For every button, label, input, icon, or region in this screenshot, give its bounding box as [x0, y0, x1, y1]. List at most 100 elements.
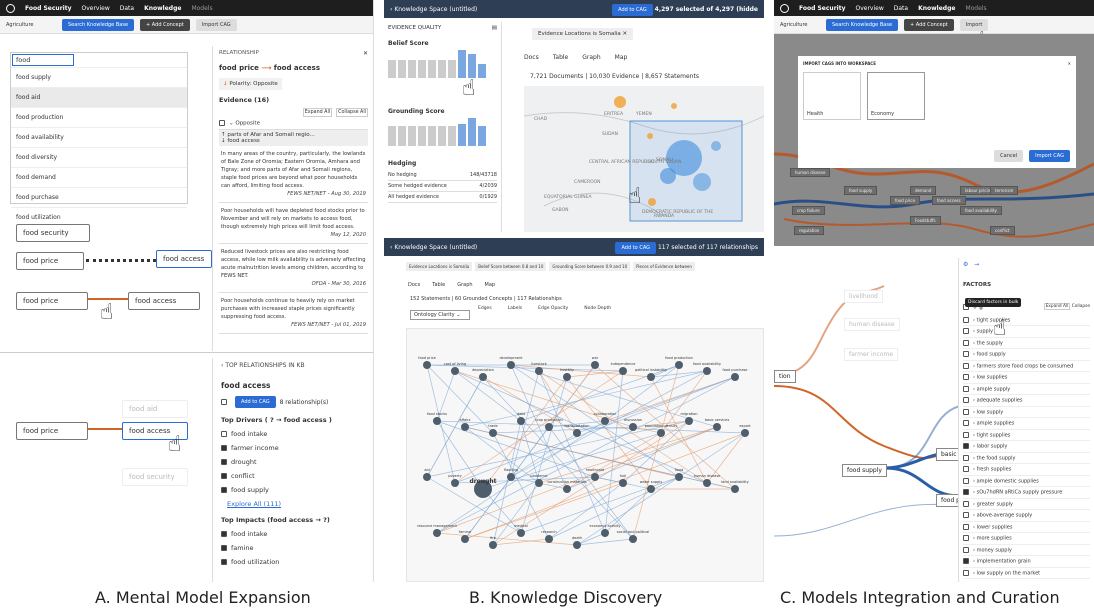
factor-item[interactable]: › fresh supplies — [963, 464, 1090, 476]
filter-chip[interactable]: Evidence Locations is Somalia ✕ — [532, 28, 634, 40]
background-node[interactable]: demand — [910, 186, 937, 195]
graph-node[interactable] — [545, 423, 553, 431]
graph-node[interactable] — [573, 429, 581, 437]
background-node[interactable]: food supply — [844, 186, 878, 195]
graph-node[interactable] — [629, 423, 637, 431]
background-node[interactable]: Foodstuffs — [910, 216, 941, 225]
hedging-row[interactable]: All hedged evidence 0/1929 — [388, 192, 497, 203]
graph-node[interactable] — [703, 367, 711, 375]
factor-item[interactable]: › supply — [963, 326, 1090, 338]
checkbox[interactable] — [963, 339, 969, 346]
checkbox[interactable] — [963, 477, 969, 484]
graph-node[interactable] — [461, 535, 469, 543]
checkbox[interactable] — [221, 487, 227, 493]
add-concept-button[interactable]: + Add Concept — [140, 18, 190, 31]
node-food-security[interactable]: food security — [16, 224, 90, 242]
driver-item[interactable]: food intake — [221, 427, 366, 441]
expand-all-button[interactable]: Expand All — [302, 108, 333, 117]
graph-node[interactable] — [619, 479, 627, 487]
graph-node[interactable] — [507, 473, 515, 481]
graph-edge[interactable] — [576, 538, 634, 546]
factor-item[interactable]: › labor supply — [963, 441, 1090, 453]
factor-item[interactable]: › ample supply — [963, 384, 1090, 395]
driver-item[interactable]: conflict — [221, 469, 366, 483]
graph-edge[interactable] — [426, 376, 484, 478]
graph-node[interactable] — [545, 535, 553, 543]
dropdown-item[interactable]: food demand — [11, 167, 187, 187]
factor-item[interactable]: › tight supplies — [963, 315, 1090, 326]
edge-dotted[interactable] — [86, 259, 156, 262]
background-node[interactable]: regulation — [794, 226, 825, 235]
ontology-select[interactable]: Ontology Clarity ⌄ — [410, 310, 470, 320]
checkbox[interactable] — [963, 489, 969, 495]
checkbox[interactable] — [963, 362, 969, 369]
group-opposite[interactable]: Opposite — [235, 121, 260, 127]
factor-item[interactable]: › low supply on the market — [963, 568, 1090, 579]
graph-node[interactable] — [489, 429, 497, 437]
view-tab[interactable]: Map — [615, 54, 628, 61]
doc-icon[interactable]: ▤ — [492, 25, 497, 31]
checkbox[interactable] — [963, 454, 969, 461]
edge-opposite-2[interactable] — [88, 428, 122, 430]
nav-knowledge[interactable]: Knowledge — [144, 5, 181, 12]
impact-item[interactable]: famine — [221, 541, 366, 555]
checkbox[interactable] — [963, 408, 969, 415]
node-food-access[interactable]: food access — [156, 250, 212, 268]
checkbox[interactable] — [963, 420, 969, 426]
grounding-histogram[interactable] — [388, 118, 497, 146]
graph-control[interactable]: Edge Opacity — [538, 306, 568, 311]
graph-node[interactable] — [563, 373, 571, 381]
graph-node[interactable] — [675, 473, 683, 481]
graph-canvas[interactable]: food price cost of living depreciation deve… — [406, 328, 764, 582]
graph-add-to-cag-button[interactable]: Add to CAG — [615, 241, 657, 254]
node-food-aid[interactable]: food aid — [122, 400, 188, 418]
driver-item[interactable]: food supply — [221, 483, 366, 497]
graph-node[interactable] — [657, 429, 665, 437]
graph-node[interactable] — [647, 485, 655, 493]
checkbox[interactable] — [963, 500, 969, 507]
factor-item[interactable]: › ample supplies — [963, 418, 1090, 430]
nav-project[interactable]: Food Security — [799, 5, 846, 12]
checkbox[interactable] — [221, 473, 227, 479]
background-node[interactable]: crop failure — [792, 206, 825, 215]
checkbox[interactable] — [963, 328, 969, 334]
expand-all-button[interactable]: Expand All — [1043, 303, 1071, 310]
factor-item[interactable]: › lower supplies — [963, 522, 1090, 533]
background-node[interactable]: food access — [932, 196, 966, 205]
select-all-checkbox[interactable] — [221, 399, 227, 405]
background-node[interactable]: conflict — [990, 226, 1015, 235]
factor-item[interactable]: › adequate supplies — [963, 395, 1090, 407]
hedging-row[interactable]: No hedging 148/43718 — [388, 170, 497, 181]
cag-card-health[interactable]: Health — [803, 72, 861, 120]
cancel-button[interactable]: Cancel — [994, 150, 1024, 162]
graph-node[interactable] — [535, 367, 543, 375]
graph-node[interactable] — [423, 361, 431, 369]
graph-node[interactable] — [591, 473, 599, 481]
search-input[interactable]: food — [12, 54, 74, 66]
checkbox[interactable] — [221, 545, 227, 551]
view-tab[interactable]: Docs — [524, 54, 539, 61]
graph-node[interactable] — [517, 529, 525, 537]
node-food-price-2[interactable]: food price — [16, 292, 88, 310]
node-food-security-2[interactable]: food security — [122, 468, 188, 486]
factor-item[interactable]: › sOu7hdRN aRtiCa supply pressure — [963, 487, 1090, 499]
graph-node[interactable] — [629, 535, 637, 543]
view-tab[interactable]: Graph — [582, 54, 600, 61]
factor-item[interactable]: › implementation grain — [963, 556, 1090, 568]
factor-node[interactable]: tion — [774, 370, 796, 383]
graph-control[interactable]: Edges — [478, 306, 492, 311]
collapse-button[interactable]: Collapse — [1072, 304, 1090, 309]
factor-item[interactable]: › low supply — [963, 407, 1090, 418]
cag-card-economy[interactable]: Economy — [867, 72, 925, 120]
domain-select[interactable]: Agriculture — [780, 22, 820, 28]
add-to-cag-button[interactable]: Add to CAG — [235, 396, 276, 408]
driver-item[interactable]: farmer income — [221, 441, 366, 455]
factor-item[interactable]: › farmers store food crops be consumed — [963, 361, 1090, 372]
graph-node[interactable] — [535, 479, 543, 487]
graph-node[interactable] — [433, 529, 441, 537]
graph-node[interactable] — [423, 473, 431, 481]
checkbox[interactable] — [219, 120, 225, 126]
close-icon[interactable]: ✕ — [363, 50, 368, 57]
graph-node[interactable] — [573, 541, 581, 549]
graph-node[interactable] — [601, 417, 609, 425]
